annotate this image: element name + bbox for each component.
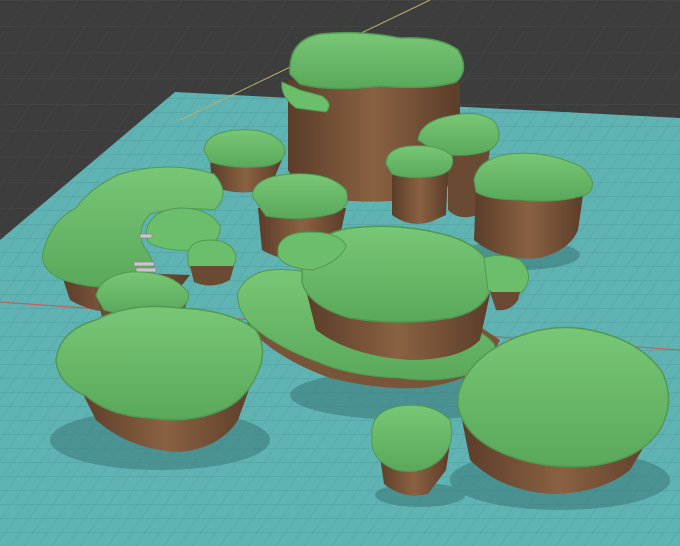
small-pillar-island[interactable] (385, 145, 454, 224)
3d-viewport[interactable] (0, 0, 680, 546)
viewport-canvas (0, 0, 680, 546)
